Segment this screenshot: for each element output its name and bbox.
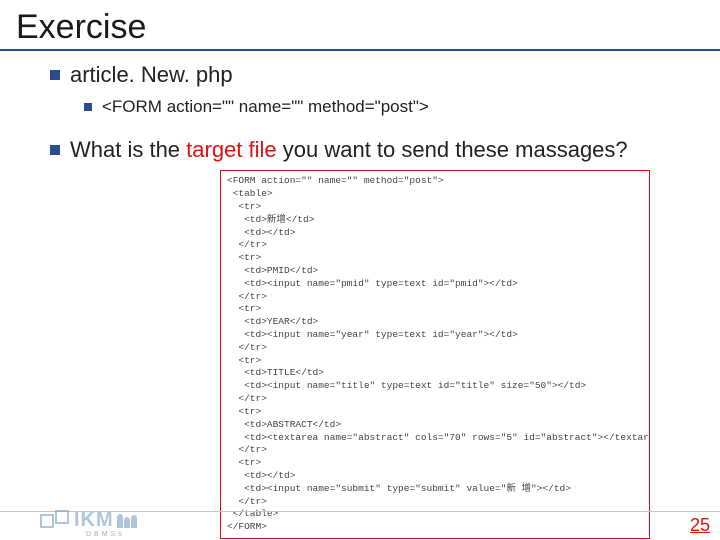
slide-title: Exercise	[16, 8, 704, 49]
bullet1-sub-text: <FORM action="" name="" method="post">	[102, 96, 429, 118]
footer-subtext: DBMSs	[86, 531, 125, 538]
logo-square-icon	[55, 510, 69, 524]
footer-logo: IKM	[40, 509, 138, 532]
question-pre: What is the	[70, 137, 186, 162]
question-text: What is the target file you want to send…	[70, 136, 628, 165]
question-highlight: target file	[186, 137, 277, 162]
page-number: 25	[690, 515, 710, 536]
question-post: you want to send these massages?	[277, 137, 628, 162]
bullet-icon	[50, 70, 60, 80]
code-snippet: <FORM action="" name="" method="post"> <…	[220, 170, 650, 539]
bullet-level2: <FORM action="" name="" method="post">	[84, 96, 680, 118]
people-icon	[117, 514, 138, 528]
bullet-icon	[50, 145, 60, 155]
footer-brand: IKM	[74, 509, 114, 532]
logo-square-icon	[40, 514, 54, 528]
bullet-level1: article. New. php	[50, 61, 680, 90]
bullet-level1: What is the target file you want to send…	[50, 136, 680, 165]
bullet1-text: article. New. php	[70, 61, 233, 90]
bullet-icon	[84, 103, 92, 111]
